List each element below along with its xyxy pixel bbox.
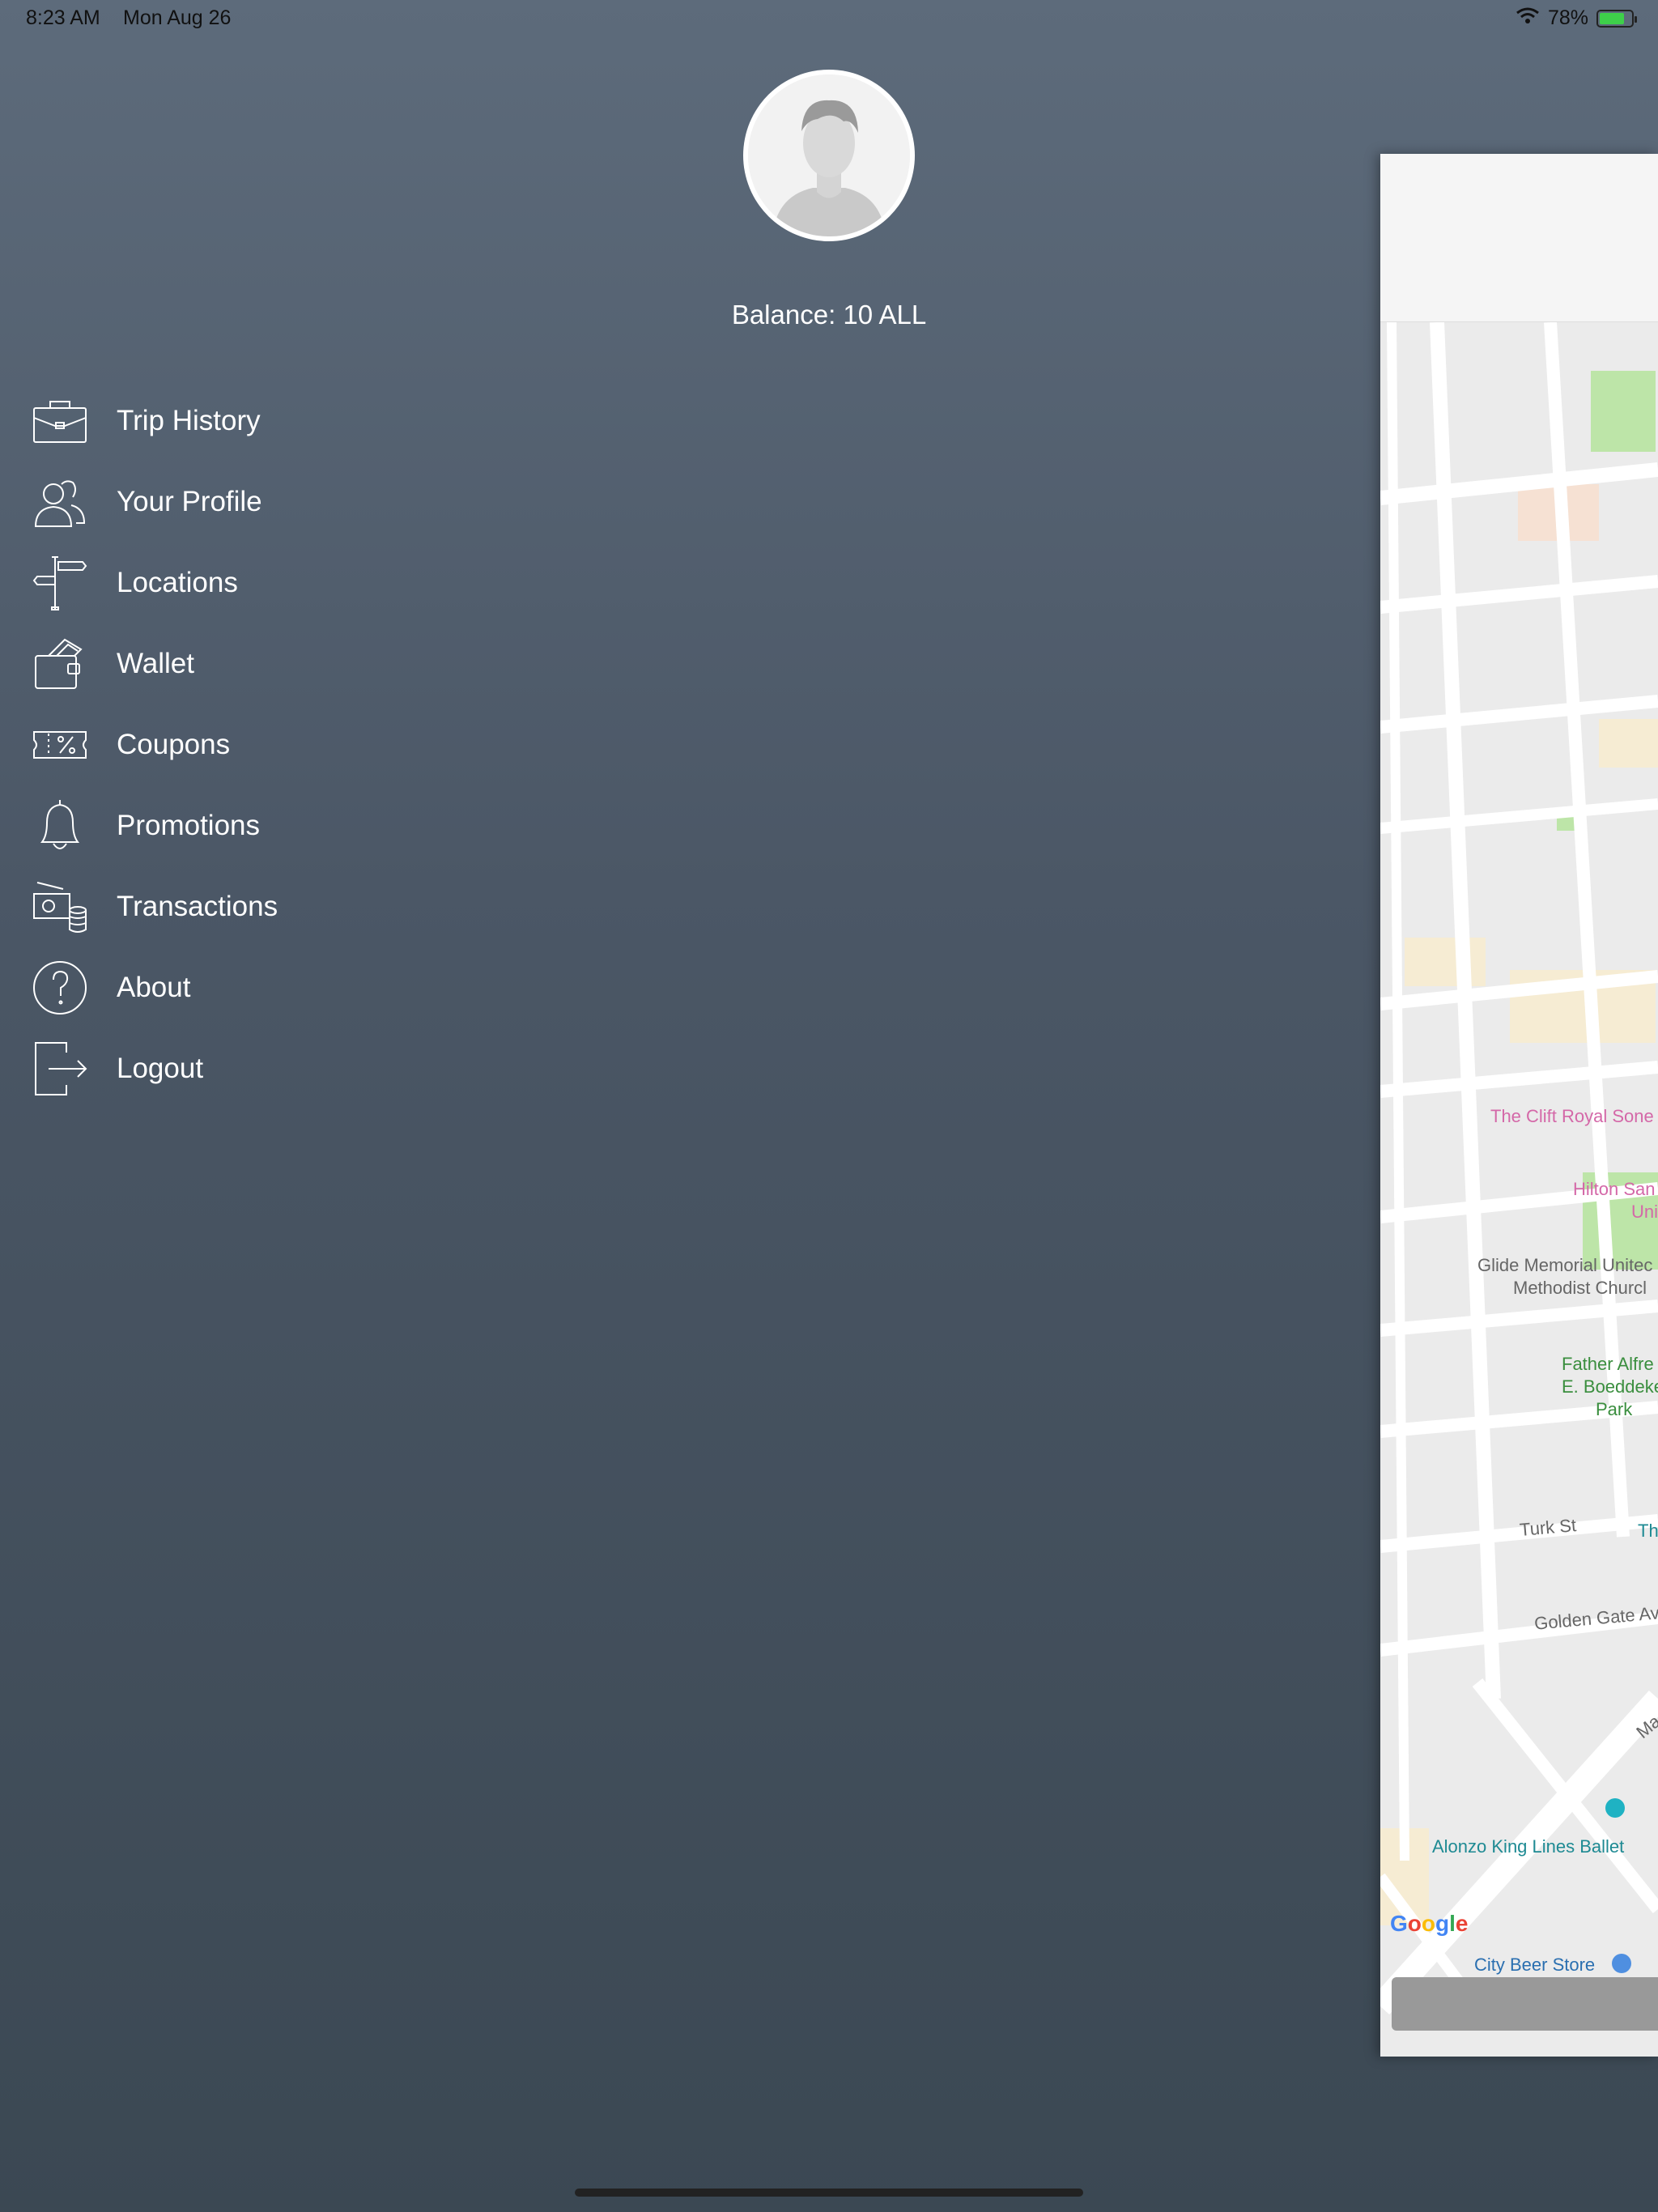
users-icon xyxy=(29,471,91,533)
google-logo: Google xyxy=(1390,1911,1469,1936)
home-indicator[interactable] xyxy=(575,2189,1083,2197)
map-action-button[interactable] xyxy=(1392,1977,1658,2031)
map-view[interactable]: The Clift Royal Sone Hilton San Uni Glid… xyxy=(1380,322,1658,2057)
menu-label: Logout xyxy=(117,1053,204,1084)
status-time: 8:23 AM xyxy=(26,6,100,29)
map-label-clift[interactable]: The Clift Royal Sone xyxy=(1490,1106,1654,1127)
status-date: Mon Aug 26 xyxy=(123,6,232,29)
map-label-alonzo-king[interactable]: Alonzo King Lines Ballet xyxy=(1432,1836,1624,1857)
map-label-hilton-2: Uni xyxy=(1631,1202,1658,1222)
map-label-city-beer-store[interactable]: City Beer Store xyxy=(1474,1955,1595,1976)
menu-label: Wallet xyxy=(117,648,194,679)
menu-item-logout[interactable]: Logout xyxy=(29,1028,596,1109)
menu-label: Your Profile xyxy=(117,486,262,517)
menu-label: Transactions xyxy=(117,891,278,922)
battery-charging-icon xyxy=(1596,9,1637,28)
battery-level xyxy=(1600,12,1624,24)
status-bar: 8:23 AM Mon Aug 26 78% xyxy=(0,0,1658,39)
map-label-father-park[interactable]: Father Alfre xyxy=(1562,1354,1654,1375)
user-avatar-icon xyxy=(748,74,910,236)
menu-label: Trip History xyxy=(117,405,261,436)
menu-item-coupons[interactable]: Coupons xyxy=(29,704,596,785)
menu-item-trip-history[interactable]: Trip History xyxy=(29,381,596,462)
menu-item-about[interactable]: About xyxy=(29,947,596,1028)
main-content-panel[interactable]: The Clift Royal Sone Hilton San Uni Glid… xyxy=(1380,154,1658,2057)
status-indicators: 78% xyxy=(1516,6,1637,30)
coupon-icon xyxy=(29,714,91,776)
money-icon xyxy=(29,876,91,938)
menu-item-locations[interactable]: Locations xyxy=(29,542,596,623)
map-header xyxy=(1380,154,1658,322)
wifi-icon xyxy=(1516,6,1540,30)
side-menu: Trip History Your Profile Locations Wall… xyxy=(29,381,596,1109)
bell-icon xyxy=(29,795,91,857)
map-label-glide-2: Methodist Churcl xyxy=(1513,1278,1647,1298)
menu-item-transactions[interactable]: Transactions xyxy=(29,866,596,947)
menu-label: Locations xyxy=(117,567,238,598)
battery-percent: 78% xyxy=(1547,6,1588,29)
map-label-hilton[interactable]: Hilton San xyxy=(1573,1179,1656,1200)
wallet-icon xyxy=(29,633,91,695)
menu-item-your-profile[interactable]: Your Profile xyxy=(29,462,596,542)
map-label-th: Th xyxy=(1638,1521,1658,1541)
menu-label: About xyxy=(117,972,191,1003)
menu-label: Promotions xyxy=(117,810,261,841)
menu-label: Coupons xyxy=(117,729,231,760)
briefcase-icon xyxy=(29,390,91,452)
map-label-father-park-2: E. Boeddeke xyxy=(1562,1376,1658,1397)
avatar[interactable] xyxy=(743,70,915,241)
logout-icon xyxy=(29,1038,91,1100)
menu-item-promotions[interactable]: Promotions xyxy=(29,785,596,866)
question-icon xyxy=(29,957,91,1019)
map-label-glide[interactable]: Glide Memorial Unitec xyxy=(1477,1255,1652,1276)
map-label-father-park-3: Park xyxy=(1596,1399,1633,1419)
menu-item-wallet[interactable]: Wallet xyxy=(29,623,596,704)
signpost-icon xyxy=(29,552,91,614)
